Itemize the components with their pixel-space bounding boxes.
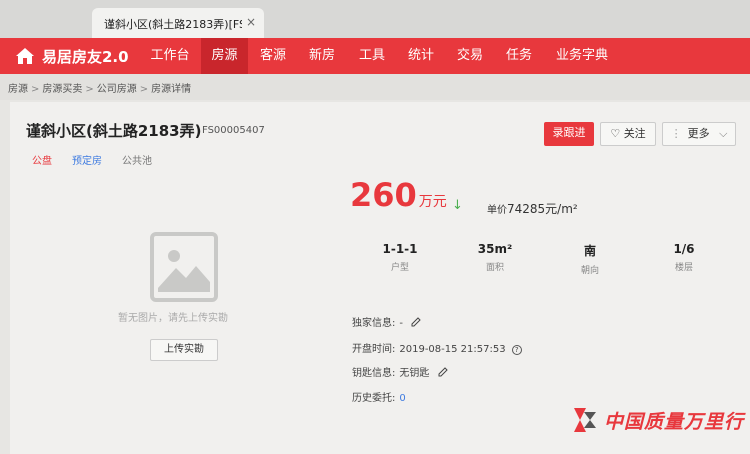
unit-price-label: 单价 [487,205,507,216]
history-entrust-label: 历史委托: [352,393,396,404]
image-placeholder-icon [150,232,218,302]
history-entrust-value[interactable]: 0 [399,393,405,404]
brand-logo[interactable]: 易居房友2.0 [14,38,129,74]
breadcrumb-item-sales[interactable]: 房源买卖 [42,84,82,95]
watermark-text: 中国质量万里行 [604,410,745,433]
brand-name: 易居房友2.0 [42,47,129,66]
spec-orientation-value: 南 [583,244,596,258]
help-question-icon[interactable]: ? [511,345,522,355]
edit-pencil-icon[interactable] [411,317,421,327]
edit-key-pencil-icon[interactable] [438,367,448,377]
spec-layout-value: 1-1-1 [382,242,418,256]
spec-floor-value: 1/6 [673,242,695,256]
tag-public-pool: 公共池 [122,156,152,167]
breadcrumb-item-listings[interactable]: 房源 [8,84,28,95]
spec-floor: 1/6 楼层 [654,242,714,273]
property-code: FS00005407 [202,125,265,136]
exclusive-info-row: 独家信息: - [352,314,421,329]
browser-tab-title: 谨斜小区(斜土路2183弄)[FS00 [104,18,242,31]
spec-orientation: 南 朝向 [560,242,620,276]
house-logo-icon [14,46,36,66]
spec-floor-label: 楼层 [674,263,693,273]
open-time-row: 开盘时间: 2019-08-15 21:57:53 ? [352,340,522,355]
unit-price-value: 74285元/m² [507,202,578,216]
watermark: 中国质量万里行 [572,406,744,434]
nav-item-dictionary[interactable]: 业务字典 [548,38,616,74]
chevron-down-icon: ⌵ [719,127,728,140]
nav-item-workbench[interactable]: 工作台 [142,38,198,74]
price-value: 260 [350,176,417,214]
spec-layout: 1-1-1 户型 [370,242,430,273]
history-entrust-row: 历史委托: 0 [352,389,406,404]
nav-item-listings[interactable]: 房源 [201,38,248,74]
more-dots-icon: ⋮ [670,127,682,140]
spec-area: 35m² 面积 [465,242,525,273]
property-detail-card: 谨斜小区(斜土路2183弄) FS00005407 公盘 预定房 公共池 录跟进… [10,102,750,454]
nav-item-statistics[interactable]: 统计 [398,38,444,74]
watermark-logo-icon [574,408,596,432]
open-time-label: 开盘时间: [352,344,396,355]
upload-survey-button[interactable]: 上传实勘 [150,339,218,361]
spec-area-value: 35m² [477,242,513,256]
nav-item-transactions[interactable]: 交易 [447,38,493,74]
follow-button[interactable]: ♡ 关注 [600,122,656,146]
unit-price: 单价74285元/m² [487,200,578,217]
spec-area-label: 面积 [485,263,504,273]
no-photo-text: 暂无图片，请先上传实勘 [118,313,228,324]
nav-item-tools[interactable]: 工具 [349,38,395,74]
record-followup-button[interactable]: 录跟进 [544,122,594,146]
spec-layout-label: 户型 [390,263,409,273]
open-time-value: 2019-08-15 21:57:53 [399,344,506,355]
nav-item-tasks[interactable]: 任务 [496,38,542,74]
key-info-row: 钥匙信息: 无钥匙 [352,364,448,379]
spec-orientation-label: 朝向 [580,266,599,276]
follow-label: 关注 [623,127,646,140]
breadcrumb: 房源 > 房源买卖 > 公司房源 > 房源详情 [0,74,750,100]
breadcrumb-item-company[interactable]: 公司房源 [97,84,137,95]
main-nav: 易居房友2.0 工作台 房源 客源 新房 工具 统计 交易 任务 业务字典 [0,38,750,74]
price-unit: 万元 [418,194,447,210]
browser-tab-strip: 谨斜小区(斜土路2183弄)[FS00 × [0,0,750,38]
nav-item-clients[interactable]: 客源 [250,38,296,74]
nav-item-new-homes[interactable]: 新房 [299,38,345,74]
total-price: 260 万元 [350,176,447,214]
heart-icon: ♡ [610,127,621,140]
property-title: 谨斜小区(斜土路2183弄) [26,122,202,140]
key-info-value: 无钥匙 [399,368,430,379]
tag-public: 公盘 [32,156,52,167]
exclusive-info-label: 独家信息: [352,318,396,329]
breadcrumb-item-detail: 房源详情 [151,84,192,95]
browser-tab[interactable]: 谨斜小区(斜土路2183弄)[FS00 × [92,8,264,38]
price-down-arrow-icon: ↓ [452,198,463,213]
tag-reserved: 预定房 [72,156,102,167]
more-button[interactable]: ⋮ 更多 ⌵ [662,122,736,146]
key-info-label: 钥匙信息: [352,368,396,379]
tab-close-icon[interactable]: × [246,15,256,29]
more-label: 更多 [687,127,710,140]
exclusive-info-value: - [399,318,403,329]
